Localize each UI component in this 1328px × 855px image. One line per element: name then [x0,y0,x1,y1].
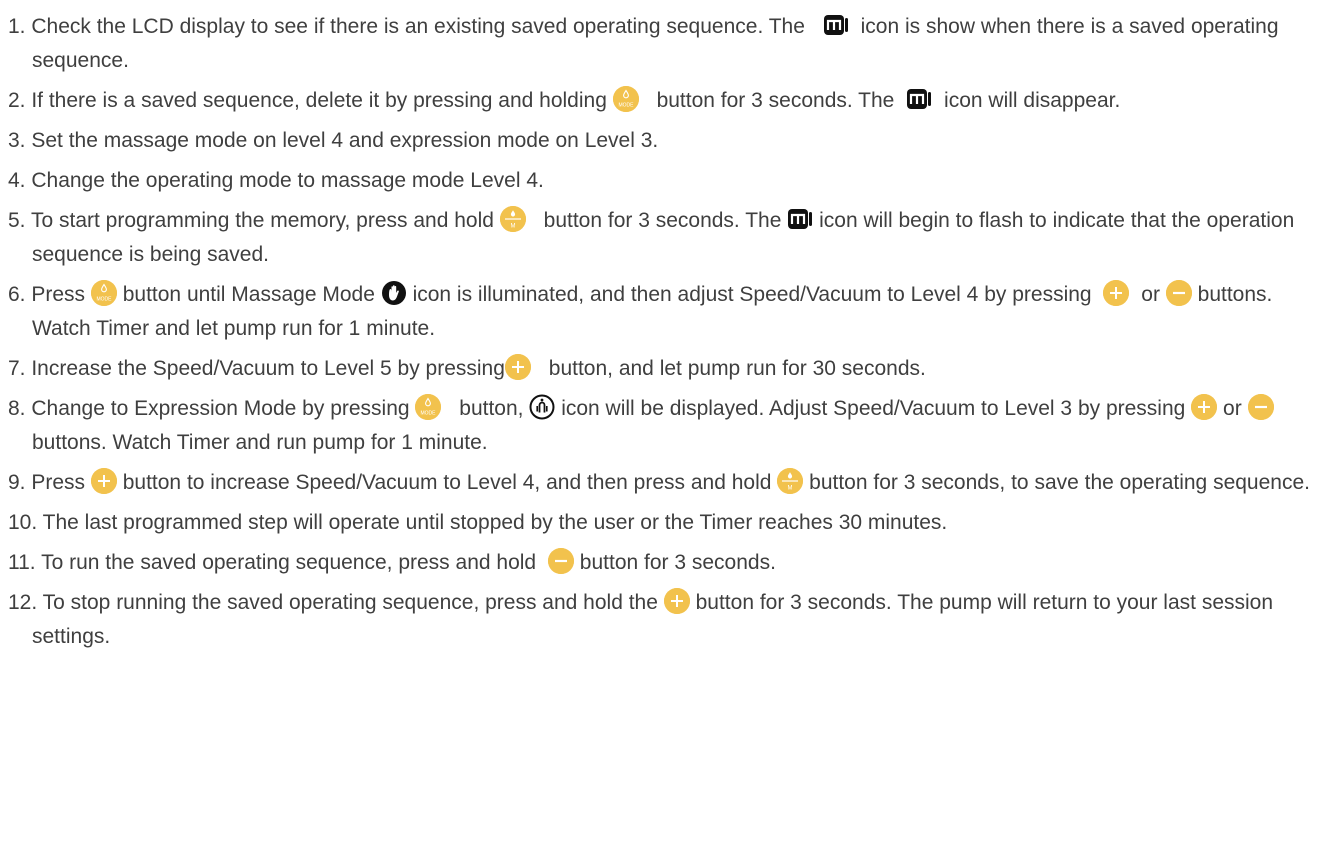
step-text: 10. The last programmed step will operat… [8,511,948,534]
step-7: 7. Increase the Speed/Vacuum to Level 5 … [8,352,1313,386]
mode-button-icon: MODE [415,394,442,421]
step-4: 4. Change the operating mode to massage … [8,164,1313,198]
instructions-document: 1. Check the LCD display to see if there… [8,10,1313,660]
plus-button-icon [90,468,117,495]
step-text: 8. Change to Expression Mode by pressing [8,397,410,420]
minus-button-icon [1247,394,1274,421]
step-text: 7. Increase the Speed/Vacuum to Level 5 … [8,357,505,380]
memory-button-icon: M [777,468,804,495]
memory-indicator-icon [787,208,814,231]
step-text: button for 3 seconds. [579,551,776,574]
step-text: 2. If there is a saved sequence, delete … [8,89,607,112]
memory-indicator-icon [906,88,933,111]
mode-button-icon: MODE [612,86,639,113]
step-text: icon is illuminated, and then adjust Spe… [412,283,1092,306]
step-text: icon will disappear. [944,89,1121,112]
massage-mode-hand-icon [381,280,407,306]
step-text: button, and let pump run for 30 seconds. [548,357,926,380]
plus-button-icon [1103,280,1130,307]
step-text: or [1141,283,1160,306]
step-5: 5. To start programming the memory, pres… [8,204,1313,272]
step-2: 2. If there is a saved sequence, delete … [8,84,1313,118]
step-text: 11. To run the saved operating sequence,… [8,551,537,574]
expression-mode-icon [529,394,555,420]
step-12: 12. To stop running the saved operating … [8,586,1313,654]
step-3: 3. Set the massage mode on level 4 and e… [8,124,1313,158]
step-8: 8. Change to Expression Mode by pressing… [8,392,1313,460]
svg-text:MODE: MODE [96,297,112,303]
step-text: buttons. Watch Timer and run pump for 1 … [32,431,488,454]
step-text: 12. To stop running the saved operating … [8,591,658,614]
step-11: 11. To run the saved operating sequence,… [8,546,1313,580]
step-text: button, [459,397,524,420]
step-text: 6. Press [8,283,86,306]
mode-button-icon: MODE [90,280,117,307]
step-text: or [1223,397,1242,420]
step-text: 3. Set the massage mode on level 4 and e… [8,129,659,152]
step-text: button until Massage Mode [122,283,375,306]
step-9: 9. Press button to increase Speed/Vacuum… [8,466,1313,500]
step-10: 10. The last programmed step will operat… [8,506,1313,540]
step-text: button to increase Speed/Vacuum to Level… [122,471,772,494]
minus-button-icon [547,548,574,575]
svg-text:MODE: MODE [421,411,437,417]
step-6: 6. Press MODE button until Massage Mode … [8,278,1313,346]
step-text: 4. Change the operating mode to massage … [8,169,544,192]
minus-button-icon [1165,280,1192,307]
svg-text:M: M [788,486,793,492]
memory-button-icon: M [499,206,526,233]
svg-text:MODE: MODE [618,103,634,109]
plus-button-icon [663,588,690,615]
step-text: button for 3 seconds. The [543,209,782,232]
svg-text:M: M [510,224,515,230]
step-text: button for 3 seconds. The [656,89,895,112]
step-text: 5. To start programming the memory, pres… [8,209,494,232]
step-text: icon will be displayed. Adjust Speed/Vac… [561,397,1186,420]
step-1: 1. Check the LCD display to see if there… [8,10,1313,78]
memory-indicator-icon [822,14,849,37]
plus-button-icon [1191,394,1218,421]
step-text: 1. Check the LCD display to see if there… [8,15,805,38]
step-text: button for 3 seconds, to save the operat… [809,471,1310,494]
step-text: 9. Press [8,471,86,494]
plus-button-icon [504,354,531,381]
